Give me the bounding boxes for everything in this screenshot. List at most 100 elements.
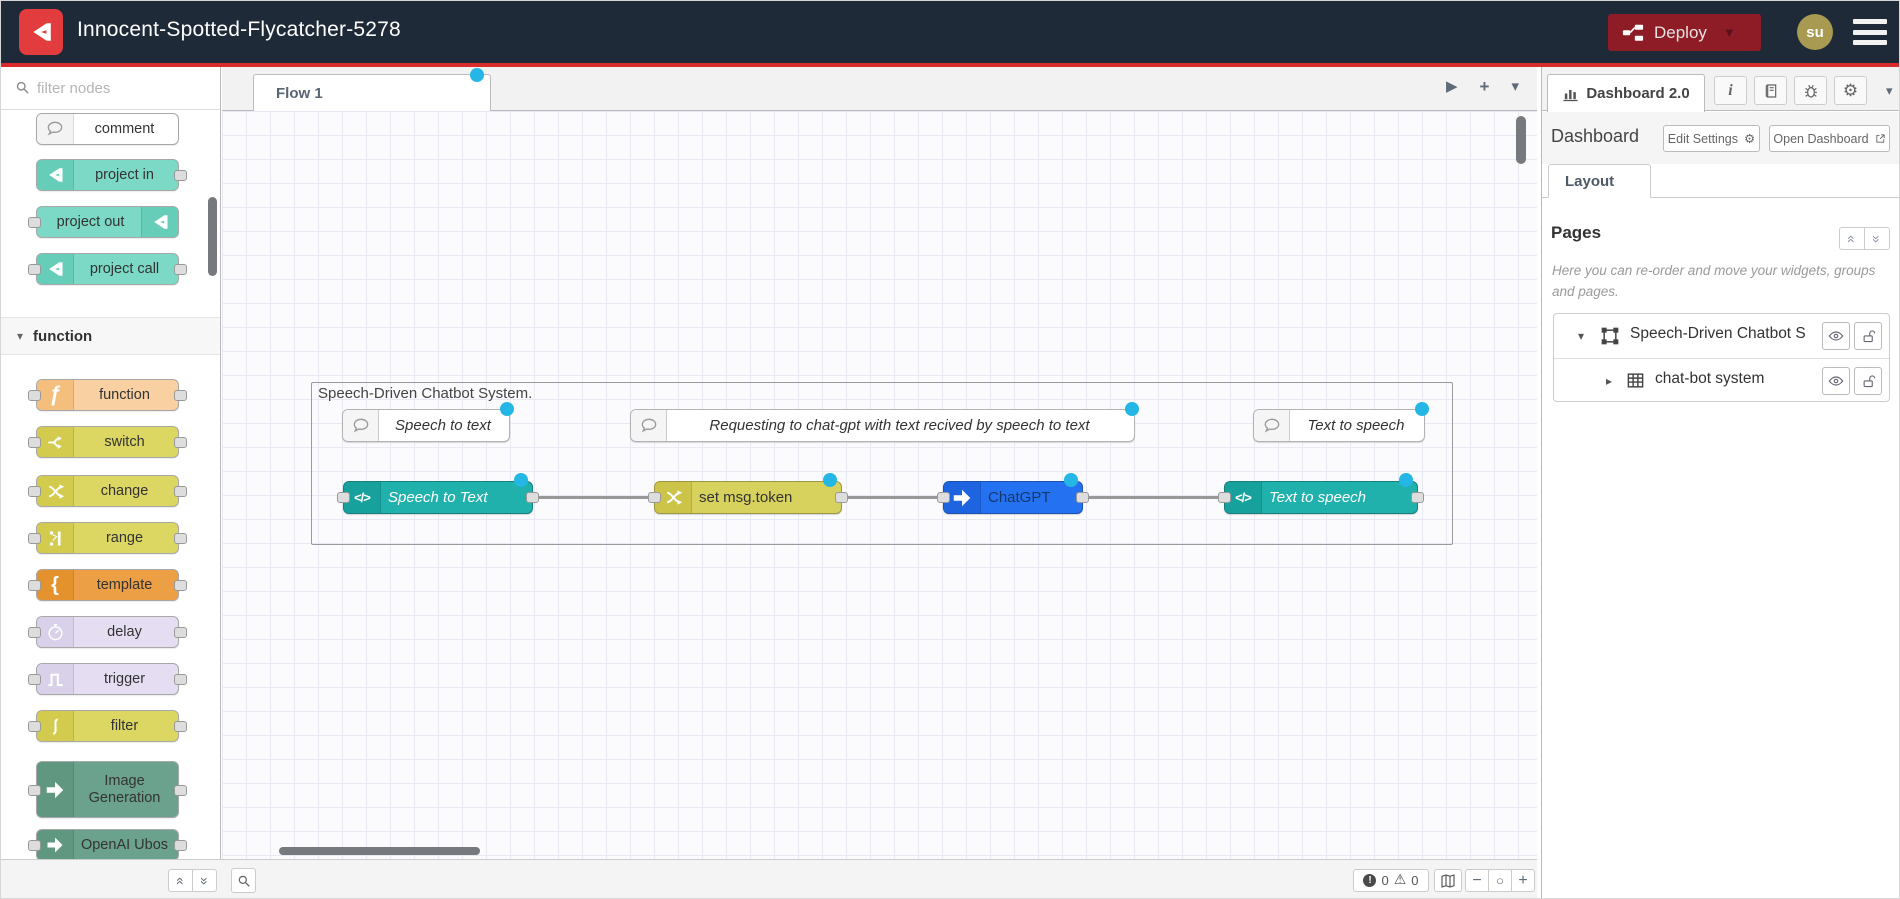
palette-node-function[interactable]: ƒ function (28, 379, 187, 411)
node-port[interactable] (1076, 492, 1089, 503)
canvas-horizontal-scrollbar[interactable] (279, 847, 480, 855)
node-port[interactable] (174, 486, 187, 497)
info-tab-button[interactable]: i (1714, 76, 1747, 105)
config-tab-button[interactable]: ⚙ (1834, 76, 1867, 105)
node-port[interactable] (28, 486, 41, 497)
debug-tab-button[interactable] (1794, 76, 1827, 105)
palette-node-switch[interactable]: switch (28, 426, 187, 458)
wire[interactable] (1083, 496, 1224, 499)
chevron-down-icon[interactable]: ▾ (1578, 329, 1584, 343)
project-icon (37, 254, 74, 284)
tab-dashboard-2[interactable]: Dashboard 2.0 (1547, 74, 1705, 112)
zoom-reset-button[interactable]: ○ (1488, 869, 1512, 892)
deploy-button[interactable]: Deploy ▼ (1608, 14, 1761, 51)
user-avatar[interactable]: su (1797, 14, 1833, 50)
node-port[interactable] (174, 840, 187, 851)
node-port[interactable] (28, 674, 41, 685)
node-port[interactable] (174, 170, 187, 181)
flow-canvas[interactable]: Speech-Driven Chatbot System. Speech to … (222, 111, 1537, 859)
node-port[interactable] (1218, 492, 1231, 503)
collapse-all-button[interactable]: « (1839, 227, 1865, 250)
tab-flow-1[interactable]: Flow 1 (253, 68, 491, 112)
toggle-lock-button[interactable] (1854, 367, 1882, 395)
node-port[interactable] (835, 492, 848, 503)
filter-nodes-input[interactable] (37, 75, 207, 101)
node-port[interactable] (28, 264, 41, 275)
palette-node-project-out[interactable]: project out (28, 206, 179, 238)
node-port[interactable] (174, 437, 187, 448)
node-set-msg-token[interactable]: set msg.token (648, 473, 848, 514)
main-menu-button[interactable] (1853, 19, 1887, 45)
expand-all-button[interactable]: » (1864, 227, 1890, 250)
tree-row-group[interactable]: ▸ chat-bot system (1554, 358, 1889, 402)
node-port[interactable] (28, 580, 41, 591)
add-flow-button[interactable]: + (1480, 77, 1490, 97)
toggle-visibility-button[interactable] (1822, 322, 1850, 350)
node-port[interactable] (28, 627, 41, 638)
palette-node-delay[interactable]: delay (28, 616, 187, 648)
node-port[interactable] (174, 674, 187, 685)
edit-settings-button[interactable]: Edit Settings ⚙ (1663, 125, 1760, 152)
palette-node-project-in[interactable]: project in (36, 159, 187, 191)
node-port[interactable] (28, 390, 41, 401)
comment-node-speech-to-text[interactable]: Speech to text (342, 402, 514, 442)
toggle-visibility-button[interactable] (1822, 367, 1850, 395)
palette-node-filter[interactable]: filter (28, 710, 187, 742)
palette-node-project-call[interactable]: project call (28, 253, 187, 285)
next-tab-button[interactable]: ▶ (1446, 77, 1458, 97)
flow-list-caret[interactable]: ▾ (1511, 77, 1519, 97)
comment-node-requesting-chatgpt[interactable]: Requesting to chat-gpt with text recived… (630, 402, 1139, 442)
palette-collapse-down-button[interactable]: » (192, 869, 217, 892)
node-chatgpt[interactable]: ChatGPT (937, 473, 1089, 514)
node-port[interactable] (174, 721, 187, 732)
node-speech-to-text[interactable]: </> Speech to Text (337, 473, 539, 514)
palette-scrollbar[interactable] (208, 197, 217, 276)
node-port[interactable] (937, 492, 950, 503)
node-port[interactable] (1411, 492, 1424, 503)
palette-node-image-generation[interactable]: Image Generation (28, 761, 187, 818)
node-port[interactable] (28, 721, 41, 732)
node-port[interactable] (174, 533, 187, 544)
node-port[interactable] (28, 437, 41, 448)
flow-group[interactable]: Speech-Driven Chatbot System. (311, 382, 1453, 545)
toggle-lock-button[interactable] (1854, 322, 1882, 350)
tab-layout[interactable]: Layout (1548, 164, 1651, 198)
palette-node-change[interactable]: change (28, 475, 187, 507)
node-port[interactable] (28, 217, 41, 228)
deploy-options-caret[interactable]: ▼ (1723, 25, 1736, 40)
node-port[interactable] (28, 533, 41, 544)
palette-node-trigger[interactable]: trigger (28, 663, 187, 695)
palette-node-range[interactable]: range (28, 522, 187, 554)
node-port[interactable] (174, 580, 187, 591)
node-port[interactable] (648, 492, 661, 503)
node-port[interactable] (337, 492, 350, 503)
palette-node-openai-ubos[interactable]: OpenAI Ubos (28, 829, 187, 861)
notifications-badge[interactable]: ! 0 ⚠ 0 (1353, 869, 1429, 892)
zoom-out-button[interactable]: − (1465, 869, 1489, 892)
node-port[interactable] (28, 840, 41, 851)
node-port[interactable] (28, 785, 41, 796)
sidebar-options-caret[interactable]: ▾ (1886, 83, 1893, 99)
node-text-to-speech[interactable]: </> Text to speech (1218, 473, 1424, 514)
node-port[interactable] (526, 492, 539, 503)
canvas-search-button[interactable] (231, 868, 256, 893)
zoom-in-button[interactable]: + (1511, 869, 1535, 892)
palette-node-template[interactable]: { template (28, 569, 187, 601)
palette-node-comment[interactable]: comment (36, 113, 179, 145)
chevron-right-icon[interactable]: ▸ (1606, 374, 1612, 388)
node-port[interactable] (174, 390, 187, 401)
navigator-button[interactable] (1434, 869, 1462, 892)
node-port[interactable] (174, 264, 187, 275)
node-port[interactable] (174, 785, 187, 796)
tree-row-page[interactable]: ▾ Speech-Driven Chatbot S (1554, 314, 1889, 358)
node-port[interactable] (174, 627, 187, 638)
canvas-vertical-scrollbar[interactable] (1516, 116, 1526, 164)
wire[interactable] (842, 496, 943, 499)
palette-collapse-up-button[interactable]: « (168, 869, 193, 892)
app-logo-icon[interactable] (19, 9, 63, 55)
comment-node-text-to-speech[interactable]: Text to speech (1253, 402, 1429, 442)
open-dashboard-button[interactable]: Open Dashboard (1769, 125, 1890, 152)
wire[interactable] (533, 496, 654, 499)
help-tab-button[interactable] (1754, 76, 1787, 105)
palette-category-function[interactable]: ▾ function (1, 317, 220, 355)
